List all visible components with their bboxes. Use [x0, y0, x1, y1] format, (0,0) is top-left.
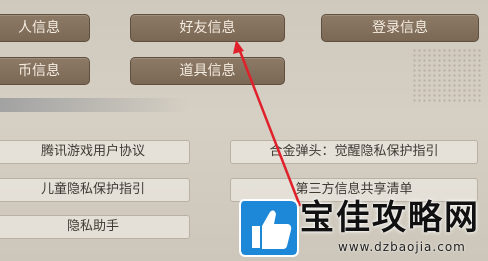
thumbs-up-logo-icon	[239, 199, 299, 257]
site-watermark: 宝佳攻略网 www.dzbaojia.com	[238, 196, 488, 261]
watermark-title: 宝佳攻略网	[300, 198, 480, 238]
watermark-url: www.dzbaojia.com	[338, 240, 466, 254]
